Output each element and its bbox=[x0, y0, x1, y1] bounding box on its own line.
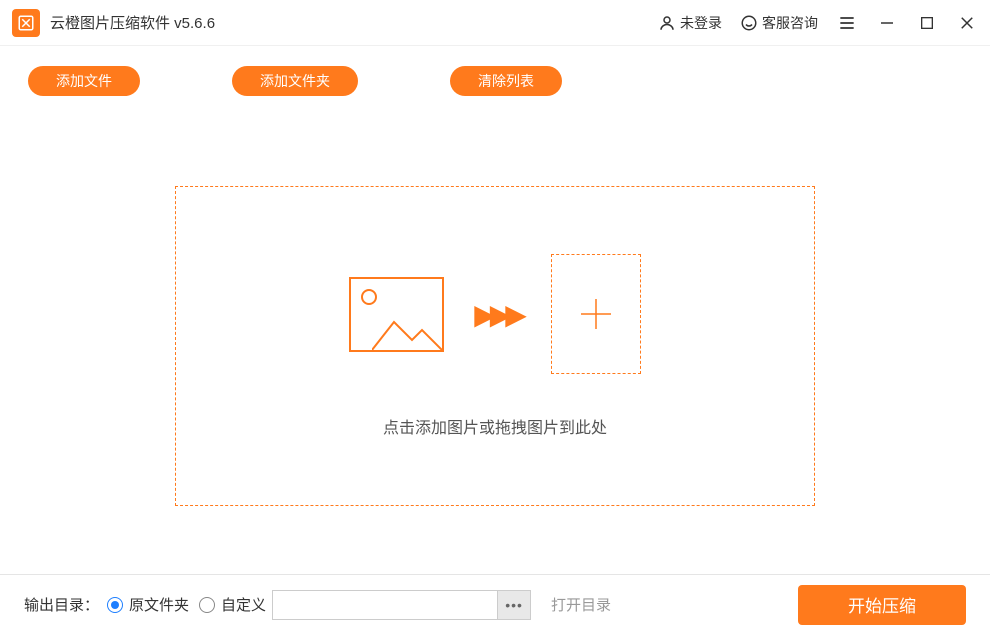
start-compress-button[interactable]: 开始压缩 bbox=[798, 585, 966, 625]
output-dir-label: 输出目录： bbox=[24, 594, 99, 615]
output-dir-radio-group: 原文件夹 自定义 bbox=[107, 594, 266, 615]
minimize-button[interactable] bbox=[876, 12, 898, 34]
maximize-button[interactable] bbox=[916, 12, 938, 34]
radio-indicator-icon bbox=[107, 597, 123, 613]
login-status-label: 未登录 bbox=[680, 13, 722, 33]
radio-custom-folder[interactable]: 自定义 bbox=[199, 594, 266, 615]
add-file-button[interactable]: 添加文件 bbox=[28, 66, 140, 96]
dropzone[interactable]: ▶▶▶ 点击添加图片或拖拽图片到此处 bbox=[175, 186, 815, 506]
dropzone-hint: 点击添加图片或拖拽图片到此处 bbox=[383, 414, 607, 438]
support-button[interactable]: 客服咨询 bbox=[740, 13, 818, 33]
app-title: 云橙图片压缩软件 v5.6.6 bbox=[50, 12, 658, 33]
titlebar-actions: 未登录 客服咨询 bbox=[658, 12, 978, 34]
smile-icon bbox=[740, 14, 758, 32]
open-directory-link[interactable]: 打开目录 bbox=[551, 594, 611, 615]
menu-button[interactable] bbox=[836, 12, 858, 34]
plus-icon bbox=[551, 254, 641, 374]
dropzone-graphics: ▶▶▶ bbox=[349, 254, 641, 374]
browse-button[interactable]: ••• bbox=[497, 590, 531, 620]
footer: 输出目录： 原文件夹 自定义 ••• 打开目录 开始压缩 bbox=[0, 574, 990, 634]
main-area: ▶▶▶ 点击添加图片或拖拽图片到此处 bbox=[0, 106, 990, 506]
close-button[interactable] bbox=[956, 12, 978, 34]
output-path-input[interactable] bbox=[272, 590, 497, 620]
user-icon bbox=[658, 14, 676, 32]
app-logo-icon bbox=[12, 9, 40, 37]
path-input-group: ••• bbox=[272, 590, 531, 620]
add-folder-button[interactable]: 添加文件夹 bbox=[232, 66, 358, 96]
radio-indicator-icon bbox=[199, 597, 215, 613]
radio-custom-label: 自定义 bbox=[221, 594, 266, 615]
radio-original-folder[interactable]: 原文件夹 bbox=[107, 594, 189, 615]
titlebar: 云橙图片压缩软件 v5.6.6 未登录 客服咨询 bbox=[0, 0, 990, 46]
support-label: 客服咨询 bbox=[762, 13, 818, 33]
login-status-button[interactable]: 未登录 bbox=[658, 13, 722, 33]
radio-original-label: 原文件夹 bbox=[129, 594, 189, 615]
arrow-forward-icon: ▶▶▶ bbox=[474, 298, 521, 331]
image-icon bbox=[349, 277, 444, 352]
toolbar: 添加文件 添加文件夹 清除列表 bbox=[0, 46, 990, 106]
clear-list-button[interactable]: 清除列表 bbox=[450, 66, 562, 96]
